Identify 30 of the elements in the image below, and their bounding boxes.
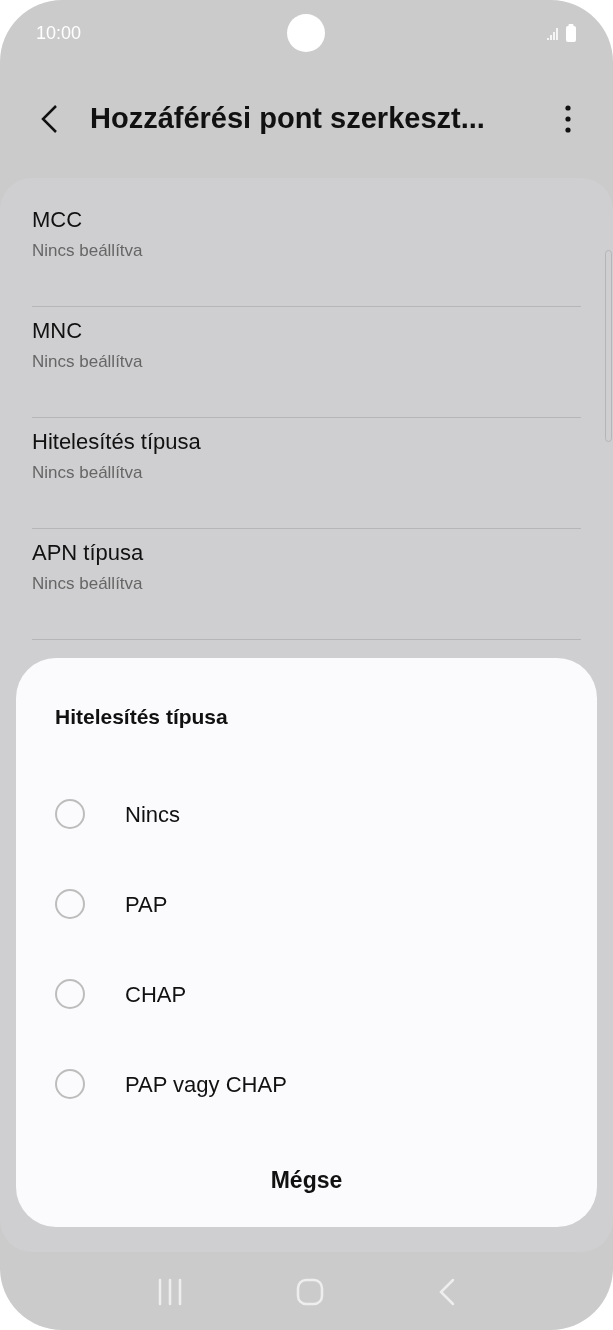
setting-item[interactable]: MCC Nincs beállítva <box>32 196 581 307</box>
radio-button[interactable] <box>55 1069 85 1099</box>
battery-icon <box>565 24 577 42</box>
recent-apps-icon[interactable] <box>156 1278 183 1306</box>
setting-item[interactable]: APN típusa Nincs beállítva <box>32 529 581 640</box>
home-icon[interactable] <box>296 1278 325 1306</box>
setting-item[interactable]: Hitelesítés típusa Nincs beállítva <box>32 418 581 529</box>
radio-button[interactable] <box>55 799 85 829</box>
setting-value: Nincs beállítva <box>32 462 144 484</box>
back-icon[interactable] <box>438 1278 457 1306</box>
option-label: PAP <box>125 890 168 919</box>
setting-label: MNC <box>32 317 84 345</box>
setting-label: Hitelesítés típusa <box>32 428 202 456</box>
setting-value: Nincs beállítva <box>32 240 144 262</box>
dialog-title: Hitelesítés típusa <box>55 704 229 730</box>
option-label: Nincs <box>125 800 180 829</box>
page-title: Hozzáférési pont szerkeszt... <box>90 101 485 137</box>
more-options-button[interactable] <box>563 104 573 134</box>
option-label: PAP vagy CHAP <box>125 1070 287 1099</box>
setting-value: Nincs beállítva <box>32 351 144 373</box>
cancel-button[interactable]: Mégse <box>250 1155 363 1206</box>
option-label: CHAP <box>125 980 187 1009</box>
setting-item[interactable]: MNC Nincs beállítva <box>32 307 581 418</box>
setting-label: MCC <box>32 206 84 234</box>
setting-label: APN típusa <box>32 539 145 567</box>
signal-icon <box>547 25 561 41</box>
setting-value: Nincs beállítva <box>32 573 144 595</box>
radio-button[interactable] <box>55 889 85 919</box>
camera-cutout <box>287 14 325 52</box>
radio-button[interactable] <box>55 979 85 1009</box>
